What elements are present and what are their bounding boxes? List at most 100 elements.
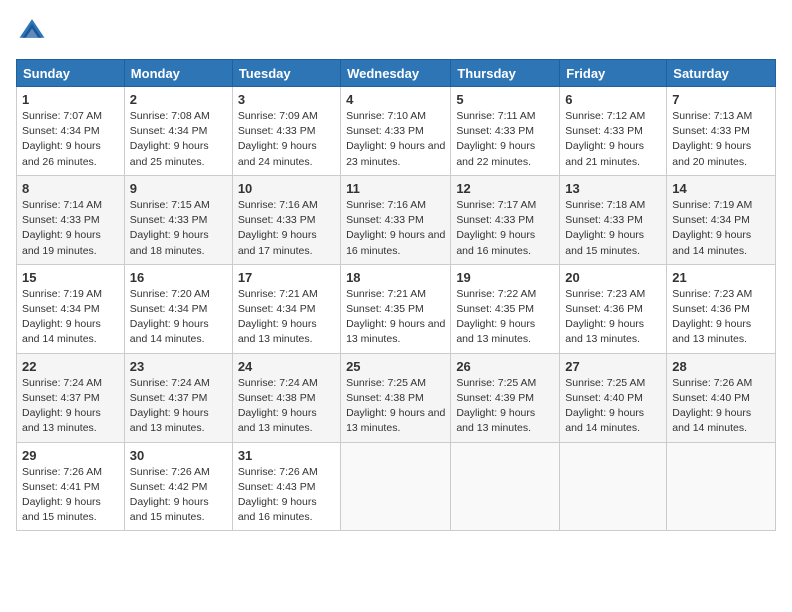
daylight-label: Daylight: 9 hours and 16 minutes. [238, 496, 317, 523]
daylight-label: Daylight: 9 hours and 13 minutes. [346, 318, 445, 345]
table-row: 18 Sunrise: 7:21 AMSunset: 4:35 PMDayligh… [341, 264, 451, 353]
sunset-label: Sunset: 4:33 PM [565, 214, 643, 226]
sunset-label: Sunset: 4:34 PM [238, 303, 316, 315]
table-row: 6Sunrise: 7:12 AMSunset: 4:33 PMDaylight… [560, 87, 667, 176]
daylight-label: Daylight: 9 hours and 25 minutes. [130, 140, 209, 167]
header-friday: Friday [560, 60, 667, 87]
day-number: 28 [672, 359, 770, 374]
calendar-table: Sunday Monday Tuesday Wednesday Thursday… [16, 59, 776, 531]
day-number: 15 [22, 270, 119, 285]
table-row: 14Sunrise: 7:19 AMSunset: 4:34 PMDayligh… [667, 175, 776, 264]
sunrise-label: Sunrise: 7:19 AM [22, 288, 102, 300]
sunset-label: Sunset: 4:33 PM [130, 214, 208, 226]
day-info: Sunrise: 7:26 AMSunset: 4:42 PMDaylight:… [130, 465, 227, 526]
daylight-label: Daylight: 9 hours and 13 minutes. [672, 318, 751, 345]
sunset-label: Sunset: 4:34 PM [22, 303, 100, 315]
sunrise-label: Sunrise: 7:25 AM [346, 377, 426, 389]
sunset-label: Sunset: 4:33 PM [346, 125, 424, 137]
day-info: Sunrise: 7:18 AMSunset: 4:33 PMDaylight:… [565, 198, 661, 259]
day-number: 1 [22, 92, 119, 107]
sunrise-label: Sunrise: 7:26 AM [130, 466, 210, 478]
table-row: 16Sunrise: 7:20 AMSunset: 4:34 PMDayligh… [124, 264, 232, 353]
daylight-label: Daylight: 9 hours and 15 minutes. [22, 496, 101, 523]
daylight-label: Daylight: 9 hours and 13 minutes. [22, 407, 101, 434]
day-number: 23 [130, 359, 227, 374]
daylight-label: Daylight: 9 hours and 14 minutes. [22, 318, 101, 345]
sunrise-label: Sunrise: 7:24 AM [22, 377, 102, 389]
sunrise-label: Sunrise: 7:25 AM [456, 377, 536, 389]
sunrise-label: Sunrise: 7:19 AM [672, 199, 752, 211]
table-row: 23Sunrise: 7:24 AMSunset: 4:37 PMDayligh… [124, 353, 232, 442]
daylight-label: Daylight: 9 hours and 13 minutes. [456, 407, 535, 434]
sunset-label: Sunset: 4:33 PM [238, 125, 316, 137]
day-info: Sunrise: 7:24 AM Sunset: 4:37 PM Daylight:… [22, 376, 119, 437]
day-info: Sunrise: 7:26 AMSunset: 4:41 PMDaylight:… [22, 465, 119, 526]
table-row: 27Sunrise: 7:25 AMSunset: 4:40 PMDayligh… [560, 353, 667, 442]
day-info: Sunrise: 7:20 AMSunset: 4:34 PMDaylight:… [130, 287, 227, 348]
sunrise-label: Sunrise: 7:13 AM [672, 110, 752, 122]
sunrise-label: Sunrise: 7:24 AM [238, 377, 318, 389]
sunrise-label: Sunrise: 7:15 AM [130, 199, 210, 211]
sunrise-label: Sunrise: 7:20 AM [130, 288, 210, 300]
day-number: 11 [346, 181, 445, 196]
sunrise-label: Sunrise: 7:08 AM [130, 110, 210, 122]
day-info: Sunrise: 7:17 AMSunset: 4:33 PMDaylight:… [456, 198, 554, 259]
day-number: 24 [238, 359, 335, 374]
day-info: Sunrise: 7:19 AMSunset: 4:34 PMDaylight:… [672, 198, 770, 259]
sunrise-label: Sunrise: 7:11 AM [456, 110, 535, 122]
day-number: 17 [238, 270, 335, 285]
day-number: 22 [22, 359, 119, 374]
sunset-label: Sunset: 4:35 PM [456, 303, 534, 315]
day-number: 2 [130, 92, 227, 107]
day-info: Sunrise: 7:23 AM Sunset: 4:36 PM Daylight:… [565, 287, 661, 348]
day-number: 18 [346, 270, 445, 285]
sunset-label: Sunset: 4:33 PM [238, 214, 316, 226]
daylight-label: Daylight: 9 hours and 15 minutes. [130, 496, 209, 523]
sunset-label: Sunset: 4:40 PM [565, 392, 643, 404]
table-row: 24 Sunrise: 7:24 AM Sunset: 4:38 PM Dayligh… [232, 353, 340, 442]
daylight-label: Daylight: 9 hours and 14 minutes. [672, 407, 751, 434]
table-row: 30Sunrise: 7:26 AMSunset: 4:42 PMDayligh… [124, 442, 232, 531]
day-number: 6 [565, 92, 661, 107]
header-monday: Monday [124, 60, 232, 87]
table-row: 26Sunrise: 7:25 AMSunset: 4:39 PMDayligh… [451, 353, 560, 442]
sunrise-label: Sunrise: 7:26 AM [238, 466, 318, 478]
sunrise-label: Sunrise: 7:09 AM [238, 110, 318, 122]
sunset-label: Sunset: 4:40 PM [672, 392, 750, 404]
daylight-label: Daylight: 9 hours and 13 minutes. [565, 318, 644, 345]
sunset-label: Sunset: 4:36 PM [565, 303, 643, 315]
sunrise-label: Sunrise: 7:16 AM [346, 199, 426, 211]
daylight-label: Daylight: 9 hours and 13 minutes. [238, 407, 317, 434]
logo [16, 16, 46, 49]
day-info: Sunrise: 7:21 AMSunset: 4:35 PMDaylight:… [346, 287, 445, 348]
day-info: Sunrise: 7:21 AMSunset: 4:34 PMDaylight:… [238, 287, 335, 348]
sunrise-label: Sunrise: 7:14 AM [22, 199, 102, 211]
table-row: 3Sunrise: 7:09 AMSunset: 4:33 PMDaylight… [232, 87, 340, 176]
table-row: 4Sunrise: 7:10 AMSunset: 4:33 PMDaylight… [341, 87, 451, 176]
sunset-label: Sunset: 4:33 PM [22, 214, 100, 226]
day-number: 9 [130, 181, 227, 196]
sunset-label: Sunset: 4:39 PM [456, 392, 534, 404]
sunset-label: Sunset: 4:36 PM [672, 303, 750, 315]
sunset-label: Sunset: 4:37 PM [22, 392, 100, 404]
daylight-label: Daylight: 9 hours and 19 minutes. [22, 229, 101, 256]
header-sunday: Sunday [17, 60, 125, 87]
daylight-label: Daylight: 9 hours and 23 minutes. [346, 140, 445, 167]
day-info: Sunrise: 7:25 AM Sunset: 4:39 PM Daylight:… [456, 376, 554, 437]
sunset-label: Sunset: 4:33 PM [346, 214, 424, 226]
day-info: Sunrise: 7:25 AMSunset: 4:40 PMDaylight:… [565, 376, 661, 437]
calendar-week-row: 15 Sunrise: 7:19 AM Sunset: 4:34 PM Dayligh… [17, 264, 776, 353]
sunset-label: Sunset: 4:38 PM [238, 392, 316, 404]
table-row: 17 Sunrise: 7:21 AMSunset: 4:34 PMDayligh… [232, 264, 340, 353]
sunrise-label: Sunrise: 7:23 AM [565, 288, 645, 300]
sunset-label: Sunset: 4:43 PM [238, 481, 316, 493]
daylight-label: Daylight: 9 hours and 14 minutes. [130, 318, 209, 345]
table-row: 29Sunrise: 7:26 AMSunset: 4:41 PMDayligh… [17, 442, 125, 531]
header [16, 16, 776, 49]
sunrise-label: Sunrise: 7:16 AM [238, 199, 318, 211]
table-row: 2Sunrise: 7:08 AMSunset: 4:34 PMDaylight… [124, 87, 232, 176]
day-number: 10 [238, 181, 335, 196]
day-info: Sunrise: 7:07 AMSunset: 4:34 PMDaylight:… [22, 109, 119, 170]
daylight-label: Daylight: 9 hours and 14 minutes. [565, 407, 644, 434]
day-number: 5 [456, 92, 554, 107]
